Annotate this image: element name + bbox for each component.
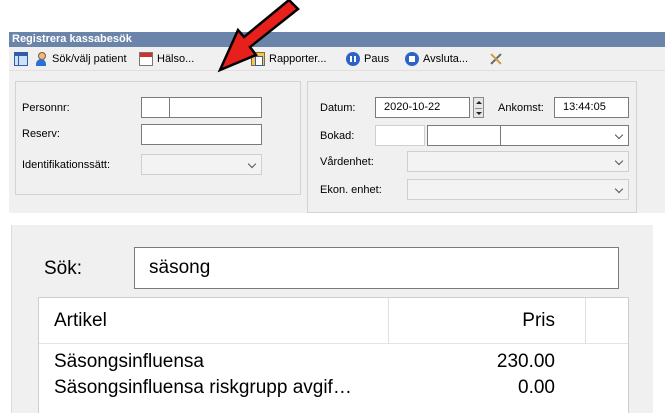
results-table: Artikel Pris Säsongsinfluensa 230.00 Säs… bbox=[38, 297, 629, 413]
chevron-down-icon bbox=[614, 130, 624, 140]
tools-icon bbox=[489, 52, 503, 66]
ankomst-field[interactable]: 13:44:05 bbox=[554, 97, 629, 118]
stop-icon bbox=[405, 52, 419, 66]
kassabesok-window: Registrera kassabesök Sök/välj patient H… bbox=[9, 32, 665, 213]
bokad-field[interactable] bbox=[375, 125, 425, 146]
window-title: Registrera kassabesök bbox=[9, 32, 665, 47]
red-arrow-annotation bbox=[217, 0, 300, 73]
ekon-select[interactable] bbox=[407, 179, 629, 200]
health-button[interactable]: Hälso... bbox=[139, 51, 194, 67]
spin-up-icon[interactable] bbox=[475, 98, 482, 107]
reserv-label: Reserv: bbox=[22, 128, 60, 140]
datum-value: 2020-10-22 bbox=[384, 101, 441, 113]
article-search-window: Sök: säsong Artikel Pris Säsongsinfluens… bbox=[11, 225, 653, 413]
search-label: Sök: bbox=[44, 258, 83, 279]
datum-field[interactable]: 2020-10-22 bbox=[375, 97, 470, 118]
vardenhet-select[interactable] bbox=[407, 151, 629, 172]
bokad-select[interactable] bbox=[427, 125, 629, 146]
column-divider[interactable] bbox=[585, 298, 586, 344]
personnr-label: Personnr: bbox=[22, 102, 70, 114]
pause-label: Paus bbox=[364, 53, 390, 65]
column-divider[interactable] bbox=[388, 298, 389, 344]
quit-label: Avsluta... bbox=[423, 53, 469, 65]
visit-panel: Datum: 2020-10-22 Ankomst: 13:44:05 Boka… bbox=[307, 81, 637, 213]
artikel-cell: Säsongsinfluensa riskgrupp avgif… bbox=[54, 377, 352, 398]
pause-icon bbox=[346, 52, 360, 66]
ident-select[interactable] bbox=[141, 154, 262, 175]
pause-button[interactable]: Paus bbox=[346, 51, 389, 67]
artikel-cell: Säsongsinfluensa bbox=[54, 351, 204, 372]
table-row[interactable]: Säsongsinfluensa riskgrupp avgif… 0.00 bbox=[39, 374, 628, 402]
ident-label: Identifikationssätt: bbox=[22, 159, 111, 171]
window-icon bbox=[14, 52, 28, 66]
bokad-label: Bokad: bbox=[320, 130, 355, 142]
quit-button[interactable]: Avsluta... bbox=[405, 51, 468, 67]
search-patient-label: Sök/välj patient bbox=[52, 53, 127, 65]
ankomst-value: 13:44:05 bbox=[563, 101, 606, 113]
chevron-down-icon bbox=[614, 184, 624, 194]
search-input[interactable]: säsong bbox=[134, 247, 619, 289]
reserv-field[interactable] bbox=[141, 124, 262, 145]
table-header: Artikel Pris bbox=[39, 298, 628, 344]
column-header-artikel[interactable]: Artikel bbox=[54, 298, 107, 344]
window-view-button[interactable] bbox=[14, 51, 32, 67]
pris-cell: 0.00 bbox=[518, 377, 555, 398]
ekon-label: Ekon. enhet: bbox=[320, 184, 382, 196]
personnr-field[interactable] bbox=[141, 97, 262, 118]
datum-spinner[interactable] bbox=[473, 97, 484, 118]
datum-label: Datum: bbox=[320, 102, 356, 114]
search-patient-button[interactable]: Sök/välj patient bbox=[34, 51, 127, 67]
pris-cell: 230.00 bbox=[496, 351, 555, 372]
table-row[interactable]: Säsongsinfluensa 230.00 bbox=[39, 348, 628, 376]
ankomst-label: Ankomst: bbox=[498, 102, 544, 114]
column-header-pris[interactable]: Pris bbox=[522, 298, 555, 344]
patient-panel: Personnr: Reserv: Identifikationssätt: bbox=[15, 81, 301, 195]
tools-button[interactable] bbox=[489, 51, 507, 67]
calendar-icon bbox=[139, 52, 153, 66]
spin-down-icon[interactable] bbox=[475, 108, 482, 117]
vardenhet-label: Vårdenhet: bbox=[320, 156, 374, 168]
toolbar: Sök/välj patient Hälso... Rapporter... P… bbox=[9, 47, 665, 71]
person-icon bbox=[34, 52, 48, 66]
search-value: säsong bbox=[149, 257, 211, 278]
health-label: Hälso... bbox=[157, 53, 195, 65]
chevron-down-icon bbox=[247, 159, 257, 169]
chevron-down-icon bbox=[614, 156, 624, 166]
